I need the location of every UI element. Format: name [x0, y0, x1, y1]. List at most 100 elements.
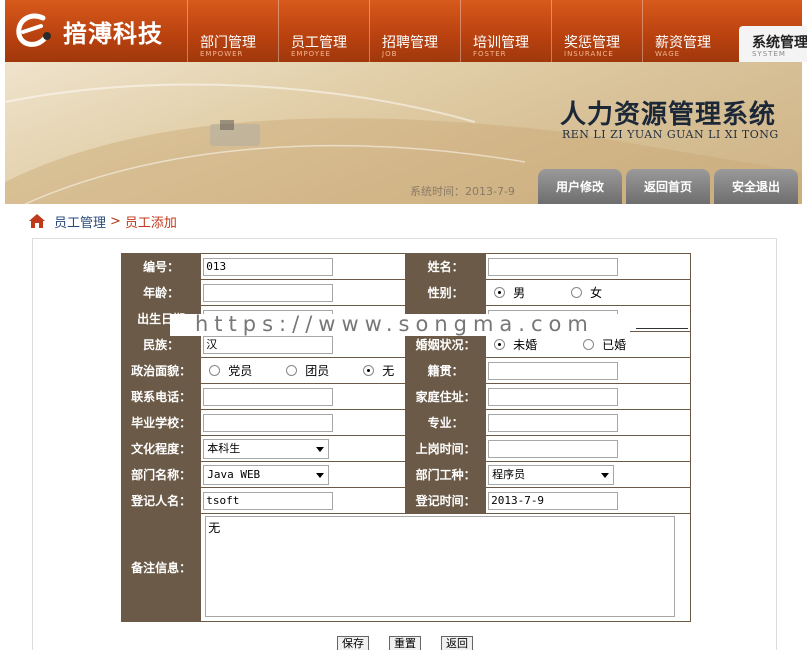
page: 揞溥科技 部门管理 EMPOWER 员工管理 EMPOYEE 招聘管理 JOB … [0, 0, 807, 650]
field-label: 编号： [120, 253, 202, 280]
id-input[interactable]: 013 [203, 257, 334, 276]
gender-female-label: 女 [590, 286, 603, 300]
form-button-row: 保存 重置 返回 [337, 636, 493, 650]
save-button[interactable]: 保存 [337, 636, 369, 650]
field-label: 姓名： [405, 253, 487, 280]
breadcrumb-section[interactable]: 员工管理 [54, 212, 106, 231]
home-icon [29, 214, 45, 228]
address-cell [485, 383, 691, 410]
nav-item-salary[interactable]: 薪资管理 WAGE [642, 0, 733, 62]
form-row: 年龄： 性别： 男 女 [120, 279, 691, 306]
main-nav: 部门管理 EMPOWER 员工管理 EMPOYEE 招聘管理 JOB 培训管理 … [187, 0, 807, 62]
gender-radio-group: 男 女 [488, 284, 690, 301]
name-input[interactable] [488, 257, 619, 276]
native-cell [485, 357, 691, 384]
back-button[interactable]: 返回 [441, 636, 473, 650]
chevron-down-icon [316, 446, 325, 452]
remark-cell: 无 [200, 513, 691, 622]
name-cell [485, 253, 691, 280]
banner: 人力资源管理系统 REN LI ZI YUAN GUAN LI XI TONG … [5, 62, 802, 204]
field-label: 年龄： [120, 279, 202, 306]
school-input[interactable] [203, 413, 334, 432]
field-label: 备注信息： [120, 513, 202, 622]
header-bar: 揞溥科技 部门管理 EMPOWER 员工管理 EMPOYEE 招聘管理 JOB … [5, 0, 807, 62]
nav-item-employee[interactable]: 员工管理 EMPOYEE [278, 0, 369, 62]
gender-female-radio[interactable] [571, 287, 583, 298]
system-time: 系统时间：2013-7-9 [410, 183, 515, 199]
jobtype-select-value: 程序员 [492, 467, 526, 481]
address-input[interactable] [488, 387, 619, 406]
watermark-text: https://www.songma.com [195, 312, 594, 336]
education-select[interactable]: 本科生 [203, 438, 330, 459]
marital-radio-group: 未婚 已婚 [488, 336, 690, 353]
home-button[interactable]: 返回首页 [626, 169, 710, 204]
onboard-cell [485, 435, 691, 462]
regtime-cell: 2013-7-9 [485, 487, 691, 514]
form-row: 编号： 013 姓名： [120, 253, 691, 280]
form-row: 政治面貌： 党员 团员 无 籍贯： [120, 357, 691, 384]
political-party-radio[interactable] [209, 365, 221, 376]
gender-cell: 男 女 [485, 279, 691, 306]
nav-item-training[interactable]: 培训管理 FOSTER [460, 0, 551, 62]
field-label: 上岗时间： [405, 435, 487, 462]
education-select-value: 本科生 [207, 441, 241, 455]
phone-cell [200, 383, 407, 410]
brand-name: 揞溥科技 [63, 20, 163, 48]
nav-sublabel: SYSTEM [752, 50, 786, 58]
major-input[interactable] [488, 413, 619, 432]
political-none-radio[interactable] [363, 365, 375, 376]
nav-label: 奖惩管理 [564, 35, 620, 51]
id-cell: 013 [200, 253, 407, 280]
marital-married-label: 已婚 [602, 338, 627, 352]
system-title: 人力资源管理系统 [560, 100, 777, 130]
nav-item-department[interactable]: 部门管理 EMPOWER [187, 0, 278, 62]
reset-button[interactable]: 重置 [389, 636, 421, 650]
department-select[interactable]: Java WEB [203, 464, 330, 485]
political-none-label: 无 [382, 364, 395, 378]
marital-married-radio[interactable] [583, 339, 595, 350]
registrar-input[interactable]: tsoft [203, 491, 334, 510]
nav-sublabel: EMPOWER [200, 50, 244, 58]
dept-cell: Java WEB [200, 461, 407, 488]
nav-sublabel: JOB [382, 50, 398, 58]
gender-male-label: 男 [513, 286, 526, 300]
nav-label: 薪资管理 [655, 35, 711, 51]
chevron-down-icon [601, 472, 610, 478]
phone-input[interactable] [203, 387, 334, 406]
form-row: 联系电话： 家庭住址： [120, 383, 691, 410]
breadcrumb-current: 员工添加 [124, 215, 177, 231]
register-time-input[interactable]: 2013-7-9 [488, 491, 619, 510]
gender-male-radio[interactable] [494, 287, 506, 298]
field-label: 专业： [405, 409, 487, 436]
marital-single-label: 未婚 [513, 338, 538, 352]
department-select-value: Java WEB [207, 467, 261, 481]
breadcrumb: 员工管理 > 员工添加 [28, 210, 177, 232]
jobtype-select[interactable]: 程序员 [488, 464, 615, 485]
field-label: 登记人名： [120, 487, 202, 514]
employee-form: 编号： 013 姓名： 年龄： 性别： 男 女 出生日期 民族： 汉 婚姻状况：… [120, 253, 691, 622]
political-radio-group: 党员 团员 无 [203, 362, 405, 379]
jobtype-cell: 程序员 [485, 461, 691, 488]
remark-textarea[interactable]: 无 [205, 516, 676, 617]
onboard-date-input[interactable] [488, 439, 619, 458]
field-label: 毕业学校： [120, 409, 202, 436]
nav-item-reward[interactable]: 奖惩管理 INSURANCE [551, 0, 642, 62]
edit-user-button[interactable]: 用户修改 [538, 169, 622, 204]
nav-item-recruit[interactable]: 招聘管理 JOB [369, 0, 460, 62]
political-league-radio[interactable] [286, 365, 298, 376]
political-cell: 党员 团员 无 [200, 357, 407, 384]
nation-input[interactable]: 汉 [203, 335, 334, 354]
field-label: 文化程度： [120, 435, 202, 462]
chevron-down-icon [316, 472, 325, 478]
form-row: 文化程度： 本科生 上岗时间： [120, 435, 691, 462]
breadcrumb-separator: > [110, 213, 121, 229]
marital-single-radio[interactable] [494, 339, 506, 350]
field-label: 政治面貌： [120, 357, 202, 384]
registrar-cell: tsoft [200, 487, 407, 514]
nav-sublabel: WAGE [655, 50, 681, 58]
nav-item-system[interactable]: 系统管理 SYSTEM [739, 26, 807, 62]
nav-label: 招聘管理 [382, 35, 438, 51]
native-place-input[interactable] [488, 361, 619, 380]
logout-button[interactable]: 安全退出 [714, 169, 798, 204]
age-input[interactable] [203, 283, 334, 302]
